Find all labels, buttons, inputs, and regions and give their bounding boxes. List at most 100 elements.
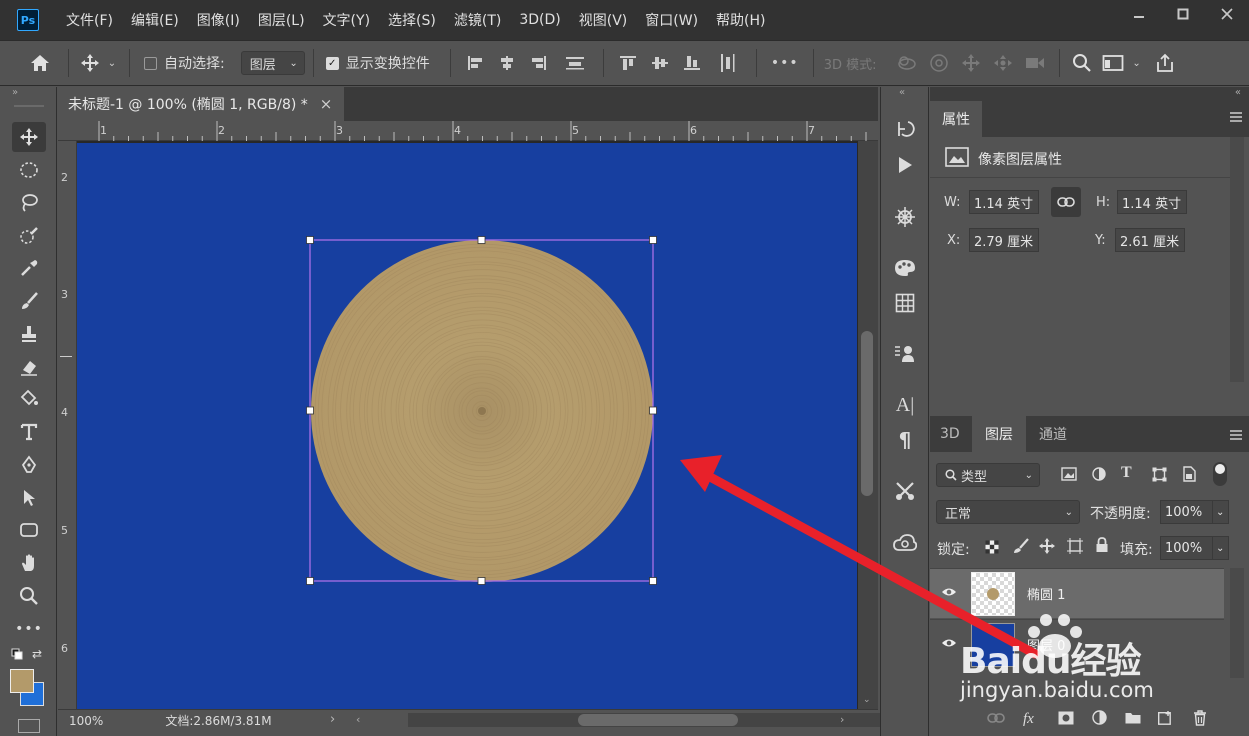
distribute-icon[interactable]: [555, 55, 595, 71]
menu-filter[interactable]: 滤镜(T): [445, 10, 510, 30]
menu-layer[interactable]: 图层(L): [249, 10, 314, 30]
vertical-scrollbar[interactable]: ⌄: [858, 141, 878, 709]
layer-name[interactable]: 图层 0: [1027, 635, 1065, 654]
type-tool[interactable]: [12, 417, 46, 447]
new-layer-icon[interactable]: [1157, 710, 1173, 729]
path-selection-tool[interactable]: [12, 483, 46, 513]
transform-handle[interactable]: [477, 236, 486, 244]
zoom-level[interactable]: 100%: [69, 714, 103, 728]
home-icon[interactable]: [20, 54, 60, 72]
close-tab-button[interactable]: ×: [320, 95, 333, 113]
menu-help[interactable]: 帮助(H): [707, 10, 774, 30]
new-group-folder-icon[interactable]: [1125, 711, 1141, 728]
3d-scale-icon[interactable]: [1019, 55, 1051, 71]
transform-handle[interactable]: [306, 577, 314, 585]
transform-handle[interactable]: [649, 236, 657, 244]
3d-orbit-icon[interactable]: [891, 54, 923, 72]
layer-name[interactable]: 椭圆 1: [1027, 584, 1065, 603]
expand-panels-icon[interactable]: «: [899, 87, 905, 98]
distribute-v-icon[interactable]: [708, 53, 748, 73]
character-icon[interactable]: A|: [889, 391, 921, 419]
lock-all-icon[interactable]: [1095, 537, 1109, 557]
actions-play-icon[interactable]: [889, 151, 921, 179]
swatches-palette-icon[interactable]: [889, 254, 921, 282]
maximize-button[interactable]: [1161, 0, 1205, 28]
panel-grip[interactable]: [14, 105, 44, 107]
ellipse-layer[interactable]: [311, 240, 653, 582]
history-icon[interactable]: [889, 115, 921, 143]
filter-smart-object-icon[interactable]: [1182, 466, 1196, 486]
filter-toggle-switch[interactable]: [1213, 462, 1227, 486]
chevron-down-icon[interactable]: ⌄: [1130, 58, 1144, 69]
eyedropper-tool[interactable]: [12, 253, 46, 283]
workspace-icon[interactable]: [1096, 54, 1130, 72]
scroll-left-icon[interactable]: ‹: [356, 713, 360, 726]
filter-type-icon[interactable]: T: [1121, 464, 1132, 482]
eraser-tool[interactable]: [12, 352, 46, 382]
filter-shape-icon[interactable]: [1152, 467, 1167, 486]
document-canvas[interactable]: [77, 143, 857, 709]
menu-type[interactable]: 文字(Y): [314, 10, 379, 30]
transform-handle[interactable]: [306, 406, 314, 415]
properties-scrollbar[interactable]: [1230, 137, 1244, 382]
share-icon[interactable]: [1148, 53, 1182, 73]
3d-pan-icon[interactable]: [955, 53, 987, 73]
grid-patterns-icon[interactable]: [889, 289, 921, 317]
close-window-button[interactable]: [1205, 0, 1249, 28]
layer-row-background[interactable]: 图层 0: [930, 619, 1224, 669]
status-expand-icon[interactable]: ›: [330, 712, 335, 727]
chevron-down-icon[interactable]: ⌄: [103, 58, 121, 69]
fill-dropdown-icon[interactable]: ⌄: [1212, 536, 1229, 560]
opacity-dropdown-icon[interactable]: ⌄: [1212, 500, 1229, 524]
visibility-eye-icon[interactable]: [941, 586, 957, 602]
scroll-right-icon[interactable]: ›: [840, 713, 844, 726]
layer-style-fx-icon[interactable]: fx: [1023, 711, 1034, 728]
link-dimensions-icon[interactable]: [1051, 187, 1081, 217]
transform-handle[interactable]: [649, 406, 657, 415]
panel-menu-icon[interactable]: [1229, 429, 1243, 444]
navigator-wheel-icon[interactable]: [889, 203, 921, 231]
collapse-panel-icon[interactable]: »: [12, 87, 18, 98]
pen-tool[interactable]: [12, 450, 46, 480]
paragraph-icon[interactable]: ¶: [889, 426, 921, 454]
tab-channels[interactable]: 通道: [1028, 416, 1078, 452]
auto-select-dropdown[interactable]: 图层 ⌄: [240, 51, 305, 75]
more-tools-icon[interactable]: •••: [12, 614, 46, 644]
move-tool-icon[interactable]: [77, 53, 103, 73]
align-middle-v-icon[interactable]: [644, 54, 676, 72]
x-field[interactable]: 2.79 厘米: [969, 228, 1039, 252]
layer-row-ellipse[interactable]: 椭圆 1: [930, 568, 1224, 618]
menu-file[interactable]: 文件(F): [57, 10, 122, 30]
panel-menu-icon[interactable]: [1229, 111, 1243, 126]
zoom-tool[interactable]: [12, 581, 46, 611]
transform-handle[interactable]: [477, 577, 486, 585]
menu-edit[interactable]: 编辑(E): [122, 10, 188, 30]
more-options-button[interactable]: •••: [765, 55, 805, 71]
canvas-workspace[interactable]: [77, 141, 858, 709]
align-top-icon[interactable]: [612, 54, 644, 72]
lock-position-icon[interactable]: [1039, 538, 1055, 558]
collapse-panel-icon[interactable]: «: [1235, 87, 1241, 98]
tab-properties[interactable]: 属性: [930, 101, 982, 137]
lasso-tool[interactable]: [12, 188, 46, 218]
y-field[interactable]: 2.61 厘米: [1115, 228, 1185, 252]
clone-stamp-tool[interactable]: [12, 319, 46, 349]
tab-layers[interactable]: 图层: [972, 416, 1026, 452]
swap-colors-icon[interactable]: ⇄: [32, 647, 42, 661]
horizontal-scrollbar[interactable]: [408, 713, 908, 727]
brush-tool[interactable]: [12, 286, 46, 316]
transform-handle[interactable]: [649, 577, 657, 585]
link-layers-icon[interactable]: [987, 712, 1005, 727]
document-tab[interactable]: 未标题-1 @ 100% (椭圆 1, RGB/8) * ×: [58, 87, 344, 121]
foreground-color-swatch[interactable]: [10, 669, 34, 693]
move-tool[interactable]: [12, 122, 46, 152]
align-center-h-icon[interactable]: [491, 55, 523, 71]
quick-selection-tool[interactable]: [12, 221, 46, 251]
adjustment-layer-icon[interactable]: [1092, 710, 1107, 729]
auto-select-checkbox[interactable]: [144, 56, 157, 70]
align-right-icon[interactable]: [523, 55, 555, 71]
quick-mask-icon[interactable]: [18, 719, 40, 733]
lock-artboard-icon[interactable]: [1067, 538, 1083, 558]
default-colors-icon[interactable]: [11, 648, 23, 664]
visibility-eye-icon[interactable]: [941, 637, 957, 653]
